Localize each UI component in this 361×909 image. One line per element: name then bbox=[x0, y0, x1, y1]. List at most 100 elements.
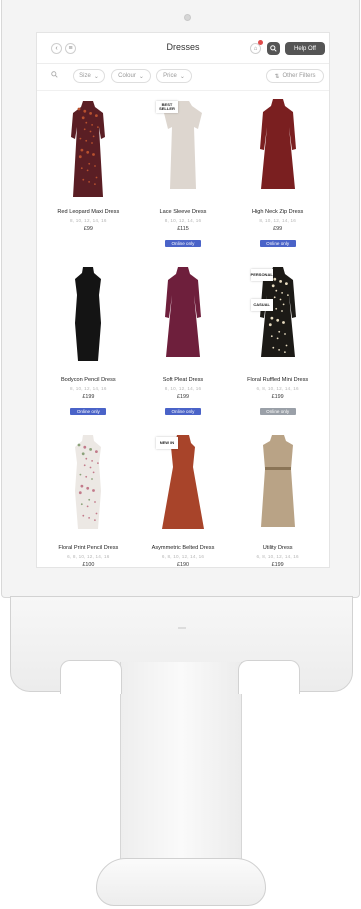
print-dot bbox=[274, 307, 277, 310]
dress-silhouette bbox=[75, 435, 102, 529]
product-image[interactable]: NEW IN bbox=[136, 433, 230, 537]
product-price: £100 bbox=[82, 562, 95, 568]
search-icon bbox=[270, 45, 277, 52]
product-sizes: 8, 10, 12, 14, 16 bbox=[164, 386, 202, 391]
product-price: £199 bbox=[271, 562, 284, 568]
print-dot bbox=[275, 289, 277, 292]
ledge-notch bbox=[238, 660, 300, 694]
print-dot bbox=[282, 303, 285, 306]
print-dot bbox=[283, 333, 286, 335]
print-dot bbox=[273, 296, 276, 299]
online-only-badge: Online only bbox=[164, 408, 201, 415]
print-dot bbox=[82, 514, 85, 517]
chevron-down-icon: ⌄ bbox=[138, 73, 144, 80]
print-dot bbox=[84, 128, 86, 131]
print-dot bbox=[91, 460, 94, 462]
cart-icon: ⌂ bbox=[253, 45, 258, 52]
product-price: £199 bbox=[271, 394, 284, 400]
product-image[interactable] bbox=[41, 433, 135, 537]
filter-search-button[interactable] bbox=[51, 71, 58, 80]
product-sizes: 6, 8, 10, 12, 14, 16 bbox=[67, 554, 110, 559]
print-dot bbox=[281, 321, 285, 324]
search-icon bbox=[51, 71, 58, 78]
dress-silhouette bbox=[75, 267, 102, 361]
print-dot bbox=[285, 344, 288, 347]
print-dot bbox=[268, 323, 272, 327]
product-price: £115 bbox=[177, 226, 189, 232]
print-dot bbox=[92, 489, 96, 492]
product-card[interactable]: PERSONAL CASUAL Floral Ruffled Mini Dress 6… bbox=[230, 265, 325, 431]
print-dot bbox=[280, 292, 283, 294]
search-button[interactable] bbox=[267, 42, 280, 55]
product-image[interactable] bbox=[136, 265, 230, 369]
print-dot bbox=[93, 135, 95, 138]
product-price: £99 bbox=[273, 226, 283, 232]
product-tag: BEST SELLER bbox=[155, 101, 178, 113]
product-card[interactable]: Utility Dress 6, 8, 10, 12, 14, 16 £199 bbox=[230, 433, 325, 568]
print-dot bbox=[79, 473, 82, 476]
colour-filter-label: Colour bbox=[118, 73, 136, 79]
product-card[interactable]: NEW IN Asymmetric Belted Dress 6, 8, 10, 1… bbox=[136, 433, 231, 568]
product-card[interactable]: Red Leopard Maxi Dress 8, 10, 12, 14, 16 £… bbox=[41, 97, 136, 263]
colour-filter[interactable]: Colour ⌄ bbox=[111, 69, 151, 83]
print-dot bbox=[284, 282, 288, 285]
print-dot bbox=[97, 126, 100, 128]
help-toggle-button[interactable]: Help Off bbox=[285, 42, 325, 55]
ledge-mark bbox=[178, 627, 186, 629]
print-dot bbox=[95, 114, 99, 117]
product-tag: PERSONAL bbox=[251, 269, 273, 281]
product-image[interactable] bbox=[231, 433, 325, 537]
product-name: Red Leopard Maxi Dress bbox=[57, 209, 120, 215]
print-dot bbox=[79, 155, 83, 159]
size-filter[interactable]: Size ⌄ bbox=[73, 69, 105, 83]
print-dot bbox=[277, 349, 280, 351]
camera-icon bbox=[184, 14, 191, 21]
print-dot bbox=[272, 346, 274, 349]
online-only-badge: Online only bbox=[164, 240, 201, 247]
online-only-badge: Online only bbox=[259, 240, 296, 247]
print-dot bbox=[275, 318, 279, 322]
product-sizes: 6, 8, 10, 12, 14, 16 bbox=[256, 386, 299, 391]
dress-silhouette bbox=[163, 101, 202, 189]
product-name: Floral Print Pencil Dress bbox=[58, 545, 119, 551]
print-dot bbox=[92, 153, 96, 156]
kiosk-base bbox=[96, 858, 266, 906]
print-dot bbox=[85, 139, 88, 142]
product-image[interactable]: BEST SELLER bbox=[136, 97, 230, 201]
product-sizes: 8, 10, 12, 14, 16 bbox=[70, 218, 107, 223]
product-name: Utility Dress bbox=[262, 545, 293, 551]
product-tag: CASUAL bbox=[250, 299, 273, 311]
product-price: £190 bbox=[176, 562, 189, 568]
print-dot bbox=[270, 335, 273, 338]
price-filter[interactable]: Price ⌄ bbox=[156, 69, 192, 83]
product-image[interactable] bbox=[231, 97, 325, 201]
product-image[interactable] bbox=[41, 97, 135, 201]
other-filters-label: Other Filters bbox=[282, 73, 316, 79]
product-image[interactable]: PERSONAL CASUAL bbox=[231, 265, 325, 369]
print-dot bbox=[84, 464, 86, 467]
print-dot bbox=[82, 452, 85, 456]
print-dot bbox=[270, 316, 273, 320]
product-card[interactable]: BEST SELLER Lace Sleeve Dress 8, 10, 12, 1… bbox=[136, 97, 231, 263]
other-filters-button[interactable]: ⇅ Other Filters bbox=[266, 69, 324, 83]
product-grid: Red Leopard Maxi Dress 8, 10, 12, 14, 16 £… bbox=[41, 97, 325, 568]
product-card[interactable]: Soft Pleat Dress 8, 10, 12, 14, 16 £199 Onl… bbox=[136, 265, 231, 431]
print-dot bbox=[89, 112, 93, 115]
price-filter-label: Price bbox=[163, 73, 177, 79]
print-dot bbox=[77, 443, 81, 447]
dress-icon bbox=[71, 101, 106, 197]
dress-icon bbox=[260, 435, 295, 527]
product-card[interactable]: Floral Print Pencil Dress 6, 8, 10, 12, 1… bbox=[41, 433, 136, 568]
product-card[interactable]: Bodycon Pencil Dress 8, 10, 12, 14, 16 £19… bbox=[41, 265, 136, 431]
product-card[interactable]: High Neck Zip Dress 8, 10, 12, 14, 16 £99 O… bbox=[230, 97, 325, 263]
print-dot bbox=[278, 280, 282, 283]
dress-icon bbox=[164, 267, 201, 357]
product-image[interactable] bbox=[41, 265, 135, 369]
dress-silhouette bbox=[161, 435, 204, 529]
product-name: Lace Sleeve Dress bbox=[159, 209, 207, 215]
print-dot bbox=[94, 501, 97, 503]
print-dot bbox=[88, 181, 91, 183]
product-price: £99 bbox=[83, 226, 93, 232]
print-dot bbox=[86, 150, 90, 154]
print-dot bbox=[91, 478, 94, 480]
